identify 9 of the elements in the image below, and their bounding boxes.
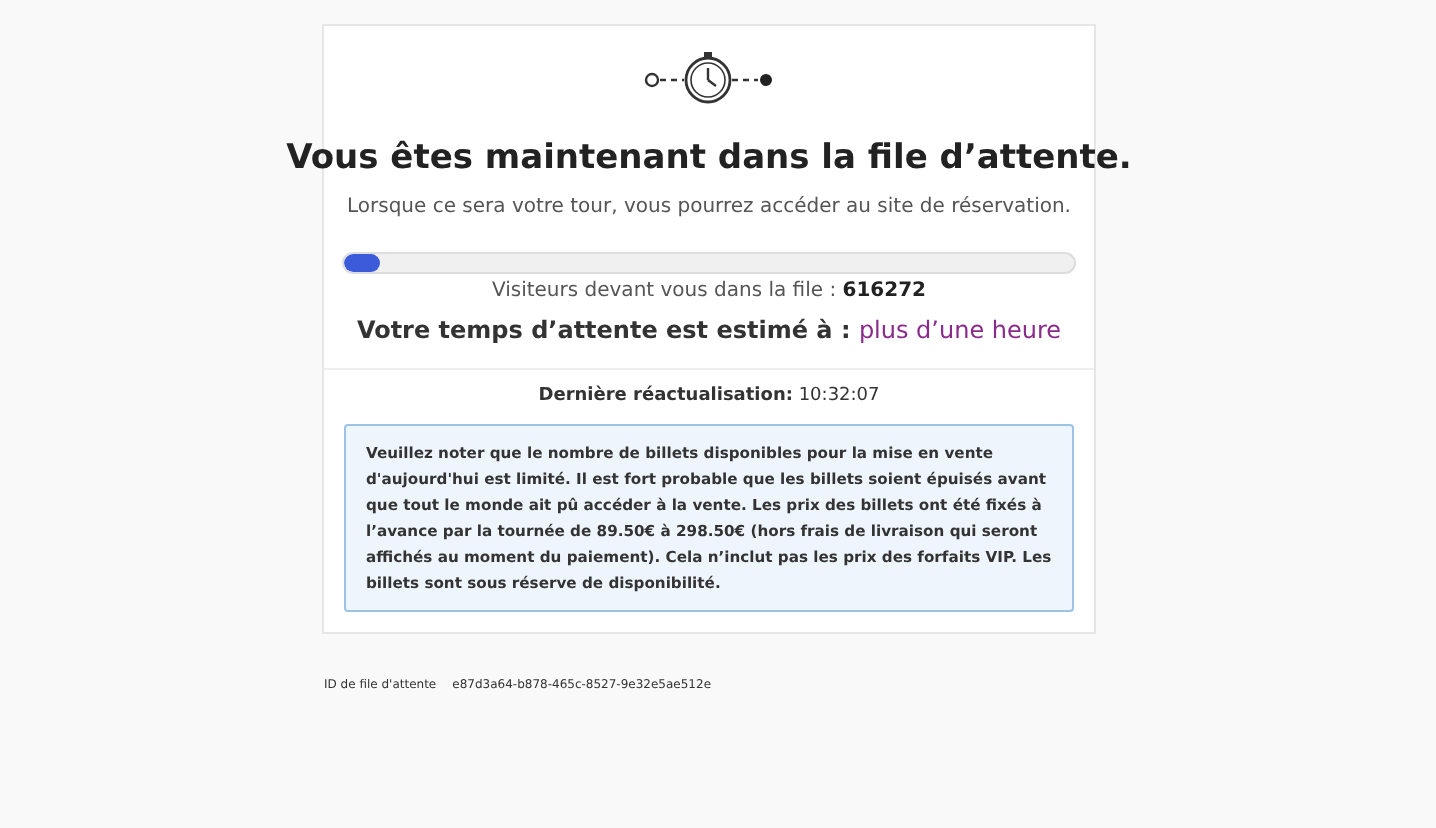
stopwatch-icon — [643, 50, 775, 106]
update-time: 10:32:07 — [798, 386, 880, 406]
queue-subtitle: Lorsque ce sera votre tour, vous pourrez accéder au site de réservation. — [347, 196, 1071, 218]
wait-label: Votre temps d’attente est estimé à : — [356, 316, 851, 344]
visitors-label: Visiteurs devant vous dans la file : — [491, 280, 837, 302]
queue-title: Vous êtes maintenant dans la file d’attente. — [286, 138, 1132, 178]
visitors-count: 616272 — [842, 280, 927, 302]
wait-time: plus d’une heure — [858, 316, 1062, 344]
update-label: Dernière réactualisation: — [538, 386, 793, 406]
